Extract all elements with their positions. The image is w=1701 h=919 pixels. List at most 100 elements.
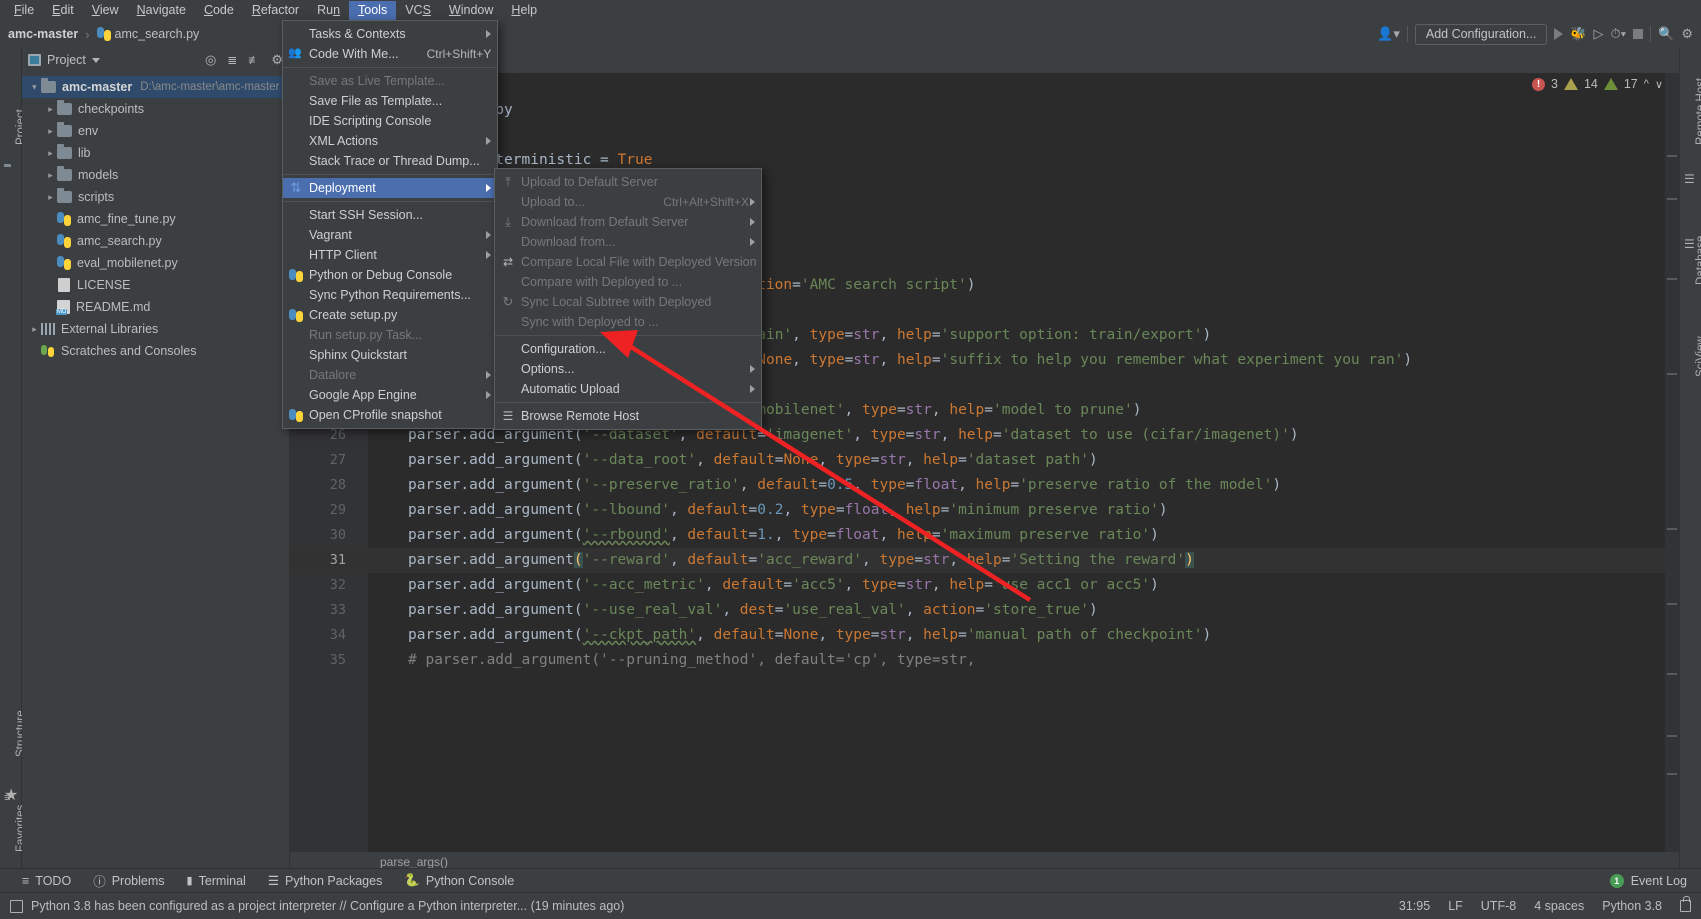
tools-menu-item-deployment[interactable]: ⇅Deployment <box>283 178 497 198</box>
inspection-down-icon[interactable]: ∨ <box>1655 78 1663 91</box>
code-line[interactable]: 28parser.add_argument('--preserve_ratio'… <box>290 473 1679 498</box>
remote-host-icon[interactable]: ☰ <box>1684 172 1698 186</box>
tree-row-amc-fine-tune[interactable]: amc_fine_tune.py <box>22 208 289 230</box>
chevron-right-icon[interactable]: ▸ <box>44 126 57 137</box>
event-log-button[interactable]: Event Log <box>1631 874 1687 888</box>
deployment-submenu[interactable]: ⤒Upload to Default ServerUpload to...Ctr… <box>494 168 762 430</box>
code-line[interactable]: 29parser.add_argument('--lbound', defaul… <box>290 498 1679 523</box>
menu-refactor[interactable]: Refactor <box>243 1 308 20</box>
tools-menu-item-sphinx-quickstart[interactable]: Sphinx Quickstart <box>283 345 497 365</box>
file-encoding[interactable]: UTF-8 <box>1481 899 1516 913</box>
favorites-star-icon[interactable]: ★ <box>4 785 18 799</box>
tool-button-python-packages[interactable]: ☰ Python Packages <box>268 873 383 888</box>
tree-row-eval-mobilenet[interactable]: eval_mobilenet.py <box>22 252 289 274</box>
tools-menu-item-http-client[interactable]: HTTP Client <box>283 245 497 265</box>
tools-menu-item-stack-trace-or-thread-dump[interactable]: Stack Trace or Thread Dump... <box>283 151 497 171</box>
inspection-up-icon[interactable]: ^ <box>1644 78 1649 90</box>
locate-icon[interactable]: ◎ <box>205 52 216 68</box>
tools-menu-item-tasks-contexts[interactable]: Tasks & Contexts <box>283 24 497 44</box>
chevron-down-icon[interactable] <box>92 58 100 63</box>
menu-view[interactable]: View <box>83 1 128 20</box>
deployment-menu-item-automatic-upload[interactable]: Automatic Upload <box>495 379 761 399</box>
deployment-menu-item-options[interactable]: Options... <box>495 359 761 379</box>
chevron-right-icon[interactable]: ▸ <box>28 324 41 335</box>
tools-menu-item-vagrant[interactable]: Vagrant <box>283 225 497 245</box>
tree-row-lib[interactable]: ▸ lib <box>22 142 289 164</box>
menu-navigate[interactable]: Navigate <box>128 1 195 20</box>
tree-row-scripts[interactable]: ▸ scripts <box>22 186 289 208</box>
tree-row-external-libraries[interactable]: ▸ External Libraries <box>22 318 289 340</box>
chevron-right-icon[interactable]: ▸ <box>44 192 57 203</box>
code-line[interactable]: 30parser.add_argument('--rbound', defaul… <box>290 523 1679 548</box>
tree-row-amc-master[interactable]: ▸ amc-master D:\amc-master\amc-master <box>22 76 289 98</box>
tool-button-python-console[interactable]: 🐍 Python Console <box>404 873 514 888</box>
tool-button-problems[interactable]: ⓘ Problems <box>93 871 164 890</box>
add-configuration-button[interactable]: Add Configuration... <box>1415 24 1548 45</box>
tools-menu-item-ide-scripting-console[interactable]: IDE Scripting Console <box>283 111 497 131</box>
tool-button-todo[interactable]: ≡ TODO <box>22 874 71 888</box>
settings-gear-icon[interactable]: ⚙ <box>1681 26 1693 42</box>
chevron-expanded-icon[interactable]: ▸ <box>29 81 40 94</box>
inspection-widget[interactable]: ! 3 14 17 ^ ∨ <box>1532 77 1663 91</box>
tree-row-license[interactable]: LICENSE <box>22 274 289 296</box>
status-message[interactable]: Python 3.8 has been configured as a proj… <box>31 899 624 913</box>
line-separator[interactable]: LF <box>1448 899 1463 913</box>
breadcrumb-file[interactable]: amc_search.py <box>115 27 200 41</box>
tools-menu-item-start-ssh-session[interactable]: Start SSH Session... <box>283 205 497 225</box>
chevron-right-icon[interactable]: ▸ <box>44 104 57 115</box>
tree-row-readme[interactable]: README.md <box>22 296 289 318</box>
tools-menu-item-google-app-engine[interactable]: Google App Engine <box>283 385 497 405</box>
deployment-menu-item-configuration[interactable]: Configuration... <box>495 339 761 359</box>
debug-icon[interactable]: 🐝 <box>1570 26 1586 42</box>
collapse-all-icon[interactable]: ≢ <box>248 53 260 67</box>
interpreter-selector[interactable]: Python 3.8 <box>1602 899 1662 913</box>
menu-run[interactable]: Run <box>308 1 349 20</box>
editor-scroll-minimap[interactable] <box>1665 73 1679 872</box>
code-line[interactable]: 27parser.add_argument('--data_root', def… <box>290 448 1679 473</box>
lock-icon[interactable] <box>1680 900 1691 912</box>
tools-menu-item-open-cprofile-snapshot[interactable]: Open CProfile snapshot <box>283 405 497 425</box>
code-with-me-icon[interactable]: 👤▾ <box>1377 26 1400 42</box>
tree-row-amc-search[interactable]: amc_search.py <box>22 230 289 252</box>
run-icon[interactable] <box>1554 28 1563 40</box>
caret-position[interactable]: 31:95 <box>1399 899 1430 913</box>
chevron-right-icon[interactable]: ▸ <box>44 148 57 159</box>
tools-menu-item-save-file-as-template[interactable]: Save File as Template... <box>283 91 497 111</box>
tree-row-env[interactable]: ▸ env <box>22 120 289 142</box>
tree-row-models[interactable]: ▸ models <box>22 164 289 186</box>
tools-menu-item-xml-actions[interactable]: XML Actions <box>283 131 497 151</box>
code-line[interactable]: 32parser.add_argument('--acc_metric', de… <box>290 573 1679 598</box>
code-line[interactable]: 34parser.add_argument('--ckpt_path', def… <box>290 623 1679 648</box>
menu-vcs[interactable]: VCS <box>396 1 440 20</box>
tree-row-scratches[interactable]: Scratches and Consoles <box>22 340 289 362</box>
profile-icon[interactable]: ⏱▾ <box>1611 26 1627 42</box>
tree-row-checkpoints[interactable]: ▸ checkpoints <box>22 98 289 120</box>
menu-edit[interactable]: Edit <box>43 1 83 20</box>
menu-tools[interactable]: Tools <box>349 1 396 20</box>
menu-code[interactable]: Code <box>195 1 243 20</box>
strip-label-remote-host[interactable]: Remote Host <box>1695 78 1701 145</box>
tool-button-terminal[interactable]: ▮ Terminal <box>187 874 246 888</box>
tools-menu-item-python-or-debug-console[interactable]: Python or Debug Console <box>283 265 497 285</box>
expand-all-icon[interactable]: ≣ <box>227 53 237 67</box>
tools-menu-item-code-with-me[interactable]: 👥Code With Me...Ctrl+Shift+Y <box>283 44 497 64</box>
tools-menu-item-create-setup-py[interactable]: Create setup.py <box>283 305 497 325</box>
run-coverage-icon[interactable]: ▷ <box>1594 26 1604 42</box>
database-icon[interactable]: ☰ <box>1684 237 1698 251</box>
tools-dropdown-menu[interactable]: Tasks & Contexts👥Code With Me...Ctrl+Shi… <box>282 20 498 429</box>
code-line[interactable]: 31parser.add_argument('--reward', defaul… <box>290 548 1679 573</box>
menu-file[interactable]: FFileile <box>5 1 43 20</box>
search-icon[interactable]: 🔍 <box>1658 26 1674 42</box>
chevron-right-icon[interactable]: ▸ <box>44 170 57 181</box>
menu-help[interactable]: Help <box>502 1 546 20</box>
code-line[interactable]: 33parser.add_argument('--use_real_val', … <box>290 598 1679 623</box>
menu-window[interactable]: Window <box>440 1 502 20</box>
code-line[interactable]: 35# parser.add_argument('--pruning_metho… <box>290 648 1679 673</box>
stop-icon[interactable] <box>1633 29 1643 39</box>
breadcrumb-project[interactable]: amc-master <box>8 27 78 41</box>
indent-setting[interactable]: 4 spaces <box>1534 899 1584 913</box>
tools-menu-item-sync-python-requirements[interactable]: Sync Python Requirements... <box>283 285 497 305</box>
deployment-menu-item-browse-remote-host[interactable]: ☰Browse Remote Host <box>495 406 761 426</box>
strip-label-sciview[interactable]: SciView <box>1695 336 1701 377</box>
project-panel-title[interactable]: Project <box>47 53 86 67</box>
